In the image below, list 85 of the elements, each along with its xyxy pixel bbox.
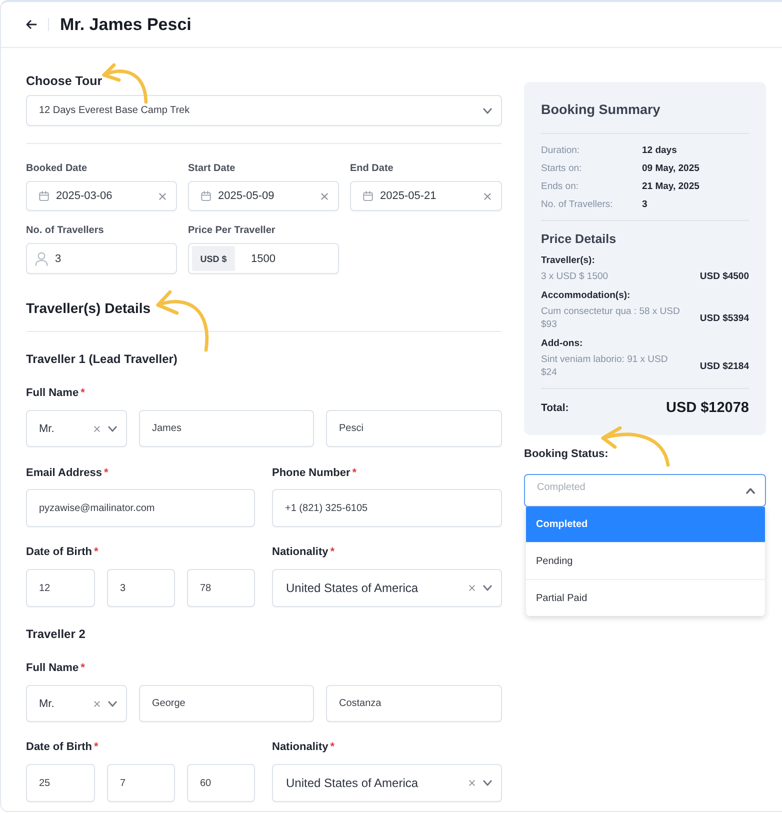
field-label: Nationality *	[272, 740, 336, 754]
field-label: Price Per Traveller	[188, 224, 276, 238]
email-field[interactable]: pyzawise@mailinator.com	[26, 489, 255, 527]
field-label: Start Date	[188, 162, 236, 176]
day-field[interactable]: 12	[26, 569, 95, 607]
price-field[interactable]: USD $ 1500	[188, 243, 339, 274]
clear-icon[interactable]	[94, 700, 100, 706]
traveller-count-field[interactable]: 3	[26, 243, 177, 274]
tour-select[interactable]: 12 Days Everest Base Camp Trek	[26, 95, 502, 126]
back-icon[interactable]	[26, 20, 37, 29]
summary-title: Booking Summary	[541, 101, 662, 119]
section-heading: Traveller(s) Details	[26, 299, 152, 318]
date-field[interactable]: 2025-03-06	[26, 181, 177, 211]
price-detail: Cum consectetur qua : 58 x USD $93	[541, 305, 681, 331]
field-label: Full Name *	[26, 386, 86, 400]
field-label: Booking Status:	[524, 447, 610, 461]
chevron-down-icon	[483, 585, 492, 591]
clear-icon[interactable]	[469, 585, 475, 591]
price-group-title: Accommodation(s):	[541, 289, 632, 302]
nationality-select[interactable]: United States of America	[272, 764, 502, 802]
year-field[interactable]: 78	[187, 569, 255, 607]
clear-icon[interactable]	[159, 192, 166, 200]
menu-option[interactable]: Partial Paid	[526, 579, 765, 616]
last-name-field[interactable]: Costanza	[326, 685, 502, 722]
last-name-field[interactable]: Pesci	[326, 410, 502, 447]
field-label: No. of Travellers	[26, 224, 105, 238]
field-label: End Date	[350, 162, 394, 176]
clear-icon[interactable]	[321, 192, 328, 200]
field-label: Booked Date	[26, 162, 88, 176]
price-group-title: Traveller(s):	[541, 254, 596, 267]
price-amount: USD $4500	[700, 271, 749, 282]
price-group-title: Add-ons:	[541, 337, 584, 350]
field-label: Email Address *	[26, 466, 110, 480]
menu-option[interactable]: Completed	[526, 507, 765, 542]
month-field[interactable]: 3	[107, 569, 175, 607]
day-field[interactable]: 25	[26, 764, 95, 802]
first-name-field[interactable]: James	[139, 410, 314, 447]
clear-icon[interactable]	[469, 780, 475, 786]
price-detail: 3 x USD $ 1500	[541, 270, 608, 283]
price-amount: USD $5394	[700, 312, 749, 324]
chevron-up-icon	[746, 488, 755, 494]
first-name-field[interactable]: George	[139, 685, 314, 722]
chevron-down-icon	[108, 700, 117, 706]
summary-label: No. of Travellers:	[541, 198, 614, 210]
field-label: Nationality *	[272, 545, 336, 559]
price-details-title: Price Details	[541, 231, 618, 247]
summary-value: 09 May, 2025	[642, 162, 700, 174]
chevron-down-icon	[483, 108, 492, 114]
summary-value: 12 days	[642, 144, 678, 156]
total-amount: USD $12078	[666, 400, 749, 416]
clear-icon[interactable]	[94, 426, 100, 432]
page-title: Mr. James Pesci	[60, 14, 192, 36]
chevron-down-icon	[108, 426, 117, 432]
summary-value: 3	[642, 198, 648, 210]
total-label: Total:	[541, 402, 569, 414]
calendar-icon	[201, 191, 211, 201]
chevron-down-icon	[483, 780, 492, 786]
menu-option[interactable]: Pending	[526, 542, 765, 579]
field-label: Date of Birth *	[26, 740, 100, 754]
curved-arrow-icon	[101, 62, 149, 105]
summary-label: Ends on:	[541, 180, 580, 192]
summary-label: Duration:	[541, 144, 581, 156]
traveller-heading: Traveller 2	[26, 626, 86, 642]
month-field[interactable]: 7	[107, 764, 175, 802]
price-amount: USD $2184	[700, 360, 749, 372]
calendar-icon	[39, 191, 49, 201]
year-field[interactable]: 60	[187, 764, 255, 802]
date-field[interactable]: 2025-05-21	[350, 181, 502, 211]
person-icon	[35, 252, 48, 266]
clear-icon[interactable]	[484, 192, 491, 200]
field-label: Full Name *	[26, 661, 86, 675]
price-detail: Sint veniam laborio: 91 x USD $24	[541, 353, 669, 379]
currency-prefix: USD $	[192, 246, 235, 271]
phone-field[interactable]: +1 (821) 325-6105	[272, 489, 502, 527]
salutation-select[interactable]: Mr.	[26, 410, 127, 447]
nationality-select[interactable]: United States of America	[272, 569, 502, 607]
summary-value: 21 May, 2025	[642, 180, 700, 192]
field-label: Date of Birth *	[26, 545, 100, 559]
field-label: Choose Tour	[26, 73, 104, 89]
traveller-heading: Traveller 1 (Lead Traveller)	[26, 351, 178, 367]
salutation-select[interactable]: Mr.	[26, 685, 127, 722]
summary-label: Starts on:	[541, 162, 583, 174]
field-label: Phone Number *	[272, 466, 358, 480]
date-field[interactable]: 2025-05-09	[188, 181, 339, 211]
calendar-icon	[363, 191, 373, 201]
